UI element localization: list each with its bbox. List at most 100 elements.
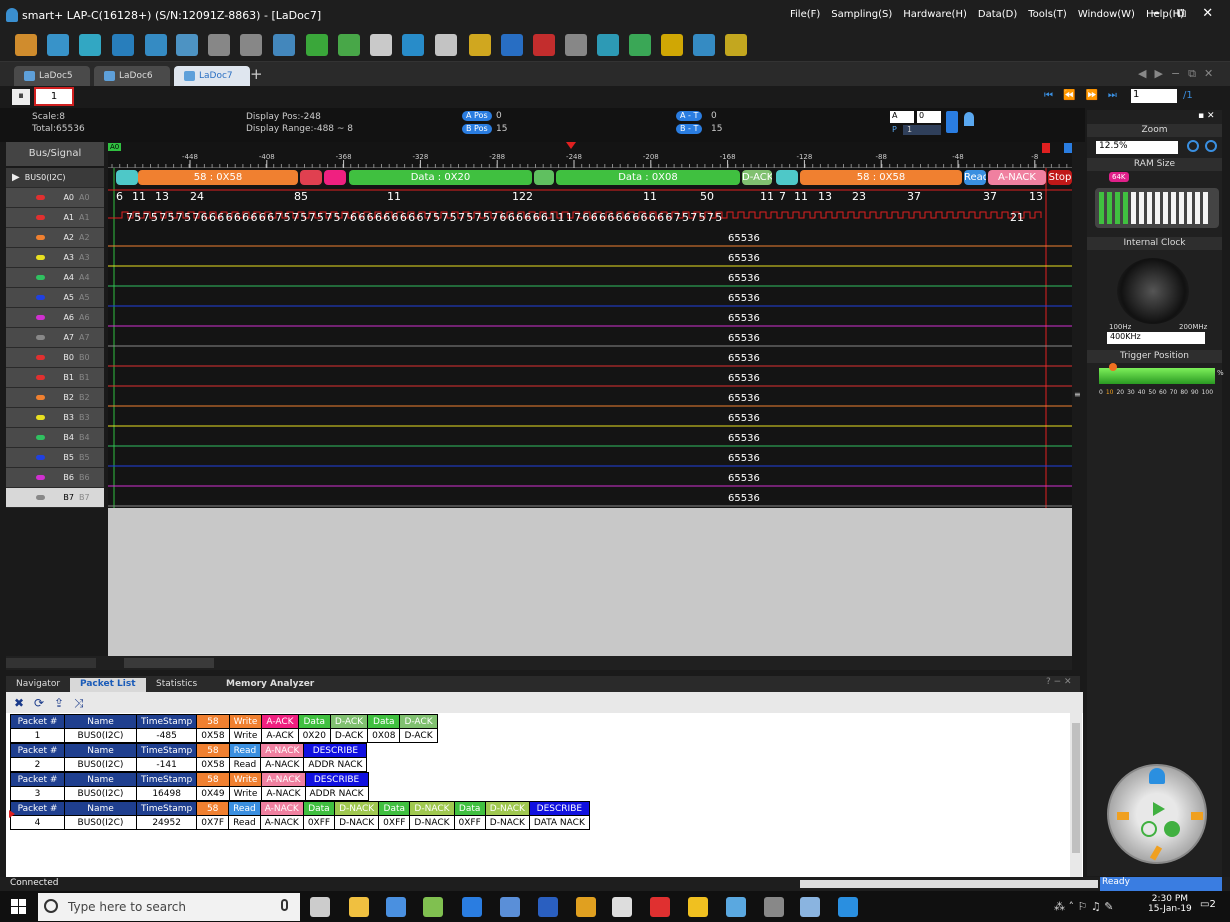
flag-blue-icon[interactable] bbox=[501, 34, 523, 56]
repeat-icon[interactable] bbox=[1141, 821, 1157, 837]
next-page-button[interactable]: ⏩ bbox=[1085, 90, 1097, 101]
ram-slider[interactable] bbox=[1095, 188, 1219, 228]
signal-row-b3[interactable]: B3 B3 bbox=[6, 408, 104, 428]
film-icon[interactable] bbox=[435, 34, 457, 56]
fast-forward-icon[interactable] bbox=[1164, 821, 1180, 837]
file-explorer-icon[interactable] bbox=[349, 897, 369, 917]
tab-packet-list[interactable]: Packet List bbox=[70, 678, 146, 692]
signal-scroll-thumb[interactable] bbox=[6, 658, 96, 668]
page-input[interactable]: 1 bbox=[34, 87, 74, 106]
add-tab-button[interactable]: + bbox=[250, 65, 263, 83]
signal-row-a7[interactable]: A7 A7 bbox=[6, 328, 104, 348]
tab-statistics[interactable]: Statistics bbox=[146, 678, 207, 692]
zoom-select[interactable]: 12.5% bbox=[1096, 141, 1178, 154]
edge-icon[interactable] bbox=[462, 897, 482, 917]
save-as-icon[interactable] bbox=[79, 34, 101, 56]
packet-scrollbar[interactable] bbox=[1070, 713, 1082, 877]
puzzle-icon[interactable] bbox=[688, 897, 708, 917]
packet-table[interactable]: Packet # Name TimeStamp 58 Read A-NACK DESCRIB… bbox=[10, 743, 368, 772]
star-icon[interactable] bbox=[661, 34, 683, 56]
cursor-select[interactable]: A bbox=[890, 111, 914, 123]
camera-app-icon[interactable] bbox=[838, 897, 858, 917]
packet-value-row[interactable]: 1 BUS0(I2C) -485 0X58 Write A-ACK 0X20 D-ACK 0X0… bbox=[10, 728, 438, 743]
first-page-button[interactable]: ⏮ bbox=[1044, 90, 1053, 101]
powershell-icon[interactable] bbox=[538, 897, 558, 917]
left-arrow-icon[interactable] bbox=[1117, 812, 1129, 820]
wave-scroll-thumb[interactable] bbox=[124, 658, 214, 668]
menu-data[interactable]: Data(D) bbox=[978, 9, 1017, 20]
packet-value-row[interactable]: 2 BUS0(I2C) -141 0X58 Read A-NACK ADDR NACK bbox=[10, 757, 368, 772]
trash-icon[interactable] bbox=[565, 34, 587, 56]
packet-value-row[interactable]: 3 BUS0(I2C) 16498 0X49 Write A-NACK ADDR NACK bbox=[10, 786, 369, 801]
pause-icon[interactable]: ⏸ bbox=[12, 89, 30, 105]
bus-segment[interactable]: A-NACK bbox=[988, 170, 1046, 185]
goto-input[interactable]: 1 bbox=[1131, 89, 1177, 103]
control-wheel[interactable] bbox=[1107, 764, 1207, 864]
probe-icon[interactable] bbox=[1149, 845, 1163, 861]
clock-select[interactable]: 400KHz bbox=[1107, 332, 1205, 344]
expand-icon[interactable]: ▶ bbox=[12, 172, 20, 183]
play-icon[interactable] bbox=[1153, 802, 1165, 816]
signal-row-b7[interactable]: B7 B7 bbox=[6, 488, 104, 508]
tray-icons[interactable]: ⁂ ˄ ⚐ ♫ ✎ bbox=[1054, 900, 1113, 913]
bus-segment[interactable] bbox=[534, 170, 554, 185]
packet-table[interactable]: Packet # Name TimeStamp 58 Write A-NACK DESCRI… bbox=[10, 772, 369, 801]
arrow-icon[interactable] bbox=[338, 34, 360, 56]
bus-segment[interactable] bbox=[116, 170, 138, 185]
doc-restore-button[interactable]: ⧉ bbox=[1188, 67, 1196, 81]
tools-icon[interactable] bbox=[176, 34, 198, 56]
pdf-icon[interactable] bbox=[650, 897, 670, 917]
bus-segment[interactable]: Stop bbox=[1048, 170, 1072, 185]
bus-row[interactable]: ▶ BUS0(I2C) bbox=[6, 168, 104, 188]
windows-start-icon[interactable] bbox=[11, 899, 26, 914]
packet-table[interactable]: Packet # Name TimeStamp 58 Read A-NACK Data D-N… bbox=[10, 801, 590, 830]
trigger-handle-icon[interactable] bbox=[1109, 363, 1117, 371]
signal-row-b4[interactable]: B4 B4 bbox=[6, 428, 104, 448]
save-icon[interactable] bbox=[47, 34, 69, 56]
zoom-out-icon[interactable] bbox=[1205, 140, 1217, 152]
signal-row-a0[interactable]: A0 A0 bbox=[6, 188, 104, 208]
chrome-icon[interactable] bbox=[576, 897, 596, 917]
restore-button[interactable]: ⧉ bbox=[1177, 6, 1186, 21]
signal-row-a4[interactable]: A4 A4 bbox=[6, 268, 104, 288]
menu-sampling[interactable]: Sampling(S) bbox=[831, 9, 892, 20]
menu-hardware[interactable]: Hardware(H) bbox=[903, 9, 967, 20]
signal-row-a1[interactable]: A1 A1 bbox=[6, 208, 104, 228]
export-icon[interactable] bbox=[112, 34, 134, 56]
menu-file[interactable]: File(F) bbox=[790, 9, 820, 20]
signal-row-a6[interactable]: A6 A6 bbox=[6, 308, 104, 328]
open-icon[interactable] bbox=[15, 34, 37, 56]
packet-table[interactable]: Packet # Name TimeStamp 58 Write A-ACK Data D-A… bbox=[10, 714, 438, 743]
signal-row-b0[interactable]: B0 B0 bbox=[6, 348, 104, 368]
right-arrow-icon[interactable] bbox=[1191, 812, 1203, 820]
marker-flag-blue-icon[interactable] bbox=[1064, 143, 1072, 153]
clock[interactable]: 2:30 PM 15-Jan-19 bbox=[1148, 894, 1192, 914]
doc-minimize-button[interactable]: − bbox=[1171, 67, 1180, 81]
trigger-slider[interactable] bbox=[1099, 368, 1215, 384]
book-icon[interactable] bbox=[370, 34, 392, 56]
bus-icon[interactable] bbox=[402, 34, 424, 56]
last-page-button[interactable]: ⏭ bbox=[1108, 90, 1117, 101]
cursor-marker-icon[interactable] bbox=[946, 111, 958, 133]
bus-segment[interactable] bbox=[776, 170, 798, 185]
zoom-in-icon[interactable] bbox=[1187, 140, 1199, 152]
signal-row-b5[interactable]: B5 B5 bbox=[6, 448, 104, 468]
signal-row-a2[interactable]: A2 A2 bbox=[6, 228, 104, 248]
bus-segment[interactable] bbox=[300, 170, 322, 185]
marker-flag-red-icon[interactable] bbox=[1042, 143, 1050, 153]
tab-ladoc6[interactable]: LaDoc6 bbox=[94, 66, 170, 86]
bus-segment[interactable] bbox=[324, 170, 346, 185]
bus-segment[interactable]: Data : 0X08 bbox=[556, 170, 740, 185]
panel-pin-icon[interactable]: ▪ ✕ bbox=[1198, 111, 1215, 121]
packet-value-row[interactable]: 4 BUS0(I2C) 24952 0X7F Read A-NACK 0XFF D-NACK 0… bbox=[10, 815, 590, 830]
notification-icon[interactable]: ▭2 bbox=[1200, 899, 1216, 910]
tab-memory-analyzer[interactable]: Memory Analyzer bbox=[216, 678, 324, 692]
trigger-marker-icon[interactable] bbox=[566, 142, 576, 149]
flag-red-icon[interactable] bbox=[533, 34, 555, 56]
bus-segment[interactable]: 58 : 0X58 bbox=[138, 170, 298, 185]
refresh-icon[interactable] bbox=[725, 34, 747, 56]
horizontal-scrollbar[interactable] bbox=[6, 656, 1072, 670]
grid-icon[interactable] bbox=[273, 34, 295, 56]
flag-yellow-icon[interactable] bbox=[469, 34, 491, 56]
probe-icon[interactable] bbox=[208, 34, 230, 56]
